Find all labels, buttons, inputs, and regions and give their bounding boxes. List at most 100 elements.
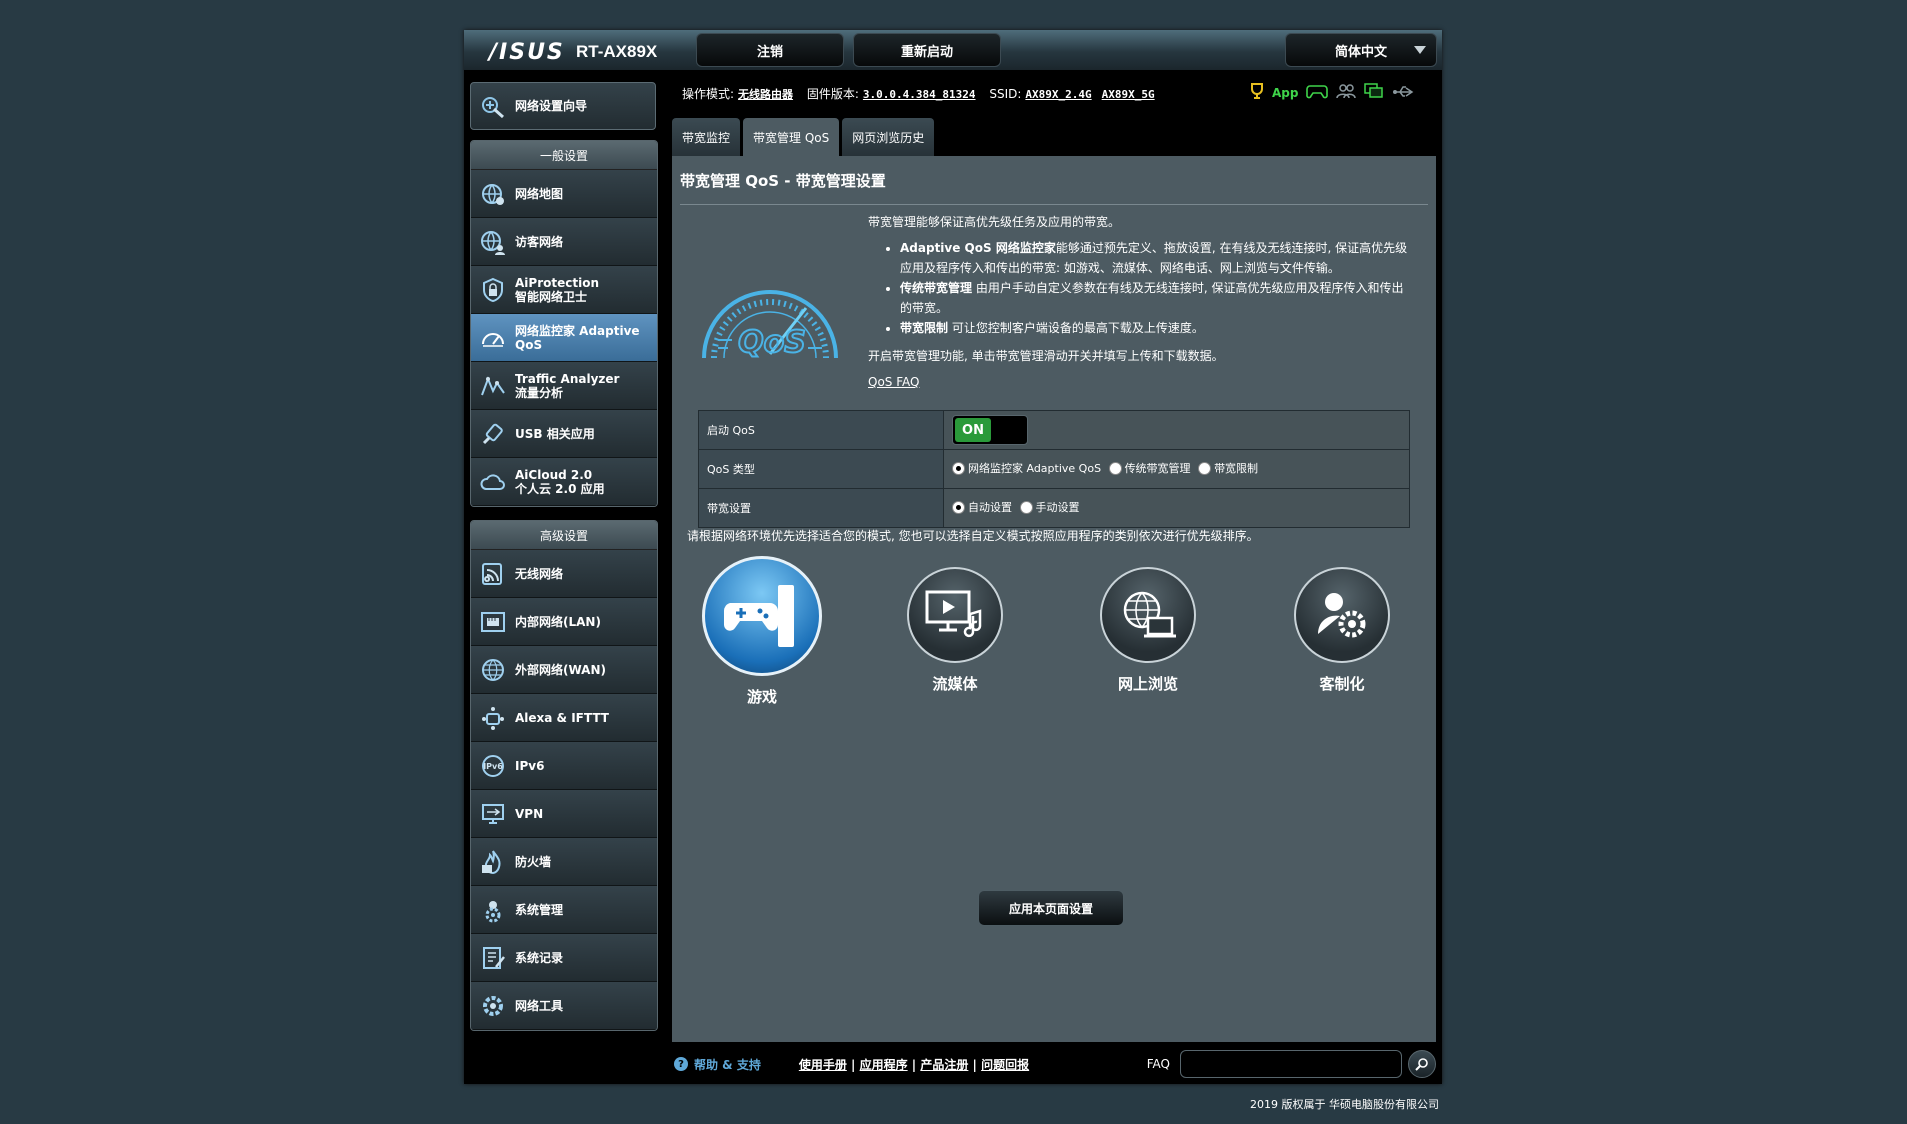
sidebar-item-label: 系统管理 [515, 902, 564, 917]
sidebar-item-adaptive-qos[interactable]: 网络监控家 Adaptive QoS [471, 314, 657, 362]
sidebar-item-label: 防火墙 [515, 854, 552, 869]
qos-settings-panel: 带宽管理 QoS - 带宽管理设置 QoS 带宽管理能够保证高优先级任务及应用的… [672, 156, 1436, 1042]
app-status-link[interactable]: App [1272, 86, 1298, 100]
reboot-button[interactable]: 重新启动 [853, 33, 1001, 67]
trophy-icon[interactable] [1250, 82, 1264, 104]
table-row: 带宽设置 自动设置 手动设置 [698, 488, 1410, 528]
general-settings-group: 一般设置 网络地图 访客网络 AiProtection 智能网络卫士 网络监控家… [470, 140, 658, 507]
sidebar-item-ipv6[interactable]: IPv6 IPv6 [471, 742, 657, 790]
speedometer-icon [479, 324, 507, 352]
sidebar-item-label: IPv6 [515, 758, 545, 773]
tab-bandwidth-monitor[interactable]: 带宽监控 [672, 118, 741, 156]
ssid-label: SSID: [989, 87, 1022, 101]
faq-label: FAQ [1146, 1057, 1170, 1071]
sidebar-quick-setup[interactable]: 网络设置向导 [470, 82, 656, 130]
help-support: ? 帮助 & 支持 [674, 1056, 761, 1073]
table-row: QoS 类型 网络监控家 Adaptive QoS 传统带宽管理 带宽限制 [698, 449, 1410, 489]
sidebar-item-label: 系统记录 [515, 950, 564, 965]
sidebar-item-network-map[interactable]: 网络地图 [471, 170, 657, 218]
sidebar-item-aicloud[interactable]: AiCloud 2.0 个人云 2.0 应用 [471, 458, 657, 506]
mode-customize[interactable]: 客制化 [1272, 556, 1412, 694]
operation-mode-link[interactable]: 无线路由器 [738, 88, 793, 101]
footer-bar: ? 帮助 & 支持 使用手册 | 应用程序 | 产品注册 | 问题回报 FAQ [672, 1050, 1436, 1078]
qos-feature-list: Adaptive QoS 网络监控家能够通过预先定义、拖放设置, 在有线及无线连… [868, 238, 1408, 338]
apply-button[interactable]: 应用本页面设置 [978, 890, 1124, 926]
logout-button[interactable]: 注销 [696, 33, 844, 67]
sidebar-item-usb-apps[interactable]: USB 相关应用 [471, 410, 657, 458]
wifi-icon [479, 560, 507, 588]
sidebar-item-aiprotection[interactable]: AiProtection 智能网络卫士 [471, 266, 657, 314]
sidebar-item-label: 内部网络(LAN) [515, 614, 601, 629]
mode-label: 游戏 [746, 688, 777, 706]
gamepad-icon[interactable] [1306, 83, 1329, 103]
radio-bandwidth-limiter[interactable]: 带宽限制 [1198, 460, 1258, 476]
search-icon [1415, 1058, 1428, 1071]
qos-faq-link[interactable]: QoS FAQ [868, 375, 919, 389]
general-settings-heading: 一般设置 [471, 141, 657, 170]
sidebar-item-label: AiCloud 2.0 个人云 2.0 应用 [515, 467, 605, 496]
sidebar-item-wireless[interactable]: 无线网络 [471, 550, 657, 598]
svg-text:IPv6: IPv6 [483, 762, 503, 771]
page-title: 带宽管理 QoS - 带宽管理设置 [680, 172, 886, 190]
sidebar-item-label: AiProtection 智能网络卫士 [515, 275, 599, 304]
mode-streaming[interactable]: 流媒体 [885, 556, 1025, 694]
ipv6-globe-icon: IPv6 [479, 752, 507, 780]
tab-web-history[interactable]: 网页浏览历史 [842, 118, 935, 156]
sidebar-item-system-log[interactable]: 系统记录 [471, 934, 657, 982]
sidebar-item-guest-network[interactable]: 访客网络 [471, 218, 657, 266]
radio-traditional-qos[interactable]: 传统带宽管理 [1108, 460, 1191, 476]
faq-search-input[interactable] [1180, 1050, 1402, 1078]
help-icon: ? [674, 1057, 688, 1071]
manual-link[interactable]: 使用手册 [799, 1058, 847, 1072]
sidebar-item-traffic-analyzer[interactable]: Traffic Analyzer 流量分析 [471, 362, 657, 410]
copyright-text: 2019 版权属于 华硕电脑股份有限公司 [1250, 1098, 1439, 1111]
enable-hint-text: 开启带宽管理功能, 单击带宽管理滑动开关并填写上传和下载数据。 [868, 349, 1224, 363]
registration-link[interactable]: 产品注册 [920, 1058, 968, 1072]
operation-mode-label: 操作模式: [682, 87, 735, 101]
ssid-5g-link[interactable]: AX89X_5G [1102, 88, 1155, 101]
sidebar-item-lan[interactable]: 内部网络(LAN) [471, 598, 657, 646]
tools-gear-icon [479, 992, 507, 1020]
guest-globe-icon [479, 228, 507, 256]
sidebar-item-firewall[interactable]: 防火墙 [471, 838, 657, 886]
sidebar-item-administration[interactable]: 系统管理 [471, 886, 657, 934]
tab-qos[interactable]: 带宽管理 QoS [743, 118, 840, 156]
toggle-state: ON [955, 418, 991, 442]
firmware-label: 固件版本: [806, 87, 859, 101]
qos-toggle[interactable]: ON [952, 415, 1028, 445]
usb-status-icon[interactable] [1392, 84, 1414, 103]
language-select[interactable]: 简体中文 [1285, 33, 1437, 67]
users-icon[interactable] [1336, 83, 1357, 103]
globe-icon [479, 180, 507, 208]
radio-auto-setting[interactable]: 自动设置 [952, 499, 1012, 515]
model-name: RT-AX89X [576, 42, 658, 61]
radio-adaptive-qos[interactable]: 网络监控家 Adaptive QoS [952, 460, 1101, 476]
enable-qos-label: 启动 QoS [698, 410, 944, 450]
sidebar-item-wan[interactable]: 外部网络(WAN) [471, 646, 657, 694]
sidebar-item-vpn[interactable]: VPN [471, 790, 657, 838]
feedback-link[interactable]: 问题回报 [981, 1058, 1029, 1072]
alexa-icon [479, 704, 507, 732]
sidebar-item-label: VPN [515, 806, 544, 821]
mode-gaming[interactable]: 游戏 [692, 556, 832, 707]
ssid-2g-link[interactable]: AX89X_2.4G [1025, 88, 1091, 101]
gamepad-mode-icon [702, 556, 822, 676]
mode-web-surfing[interactable]: 网上浏览 [1078, 556, 1218, 694]
sidebar-item-alexa-ifttt[interactable]: Alexa & IFTTT [471, 694, 657, 742]
usb-icon [479, 420, 507, 448]
bandwidth-setting-label: 带宽设置 [698, 488, 944, 528]
sidebar-item-label: 无线网络 [515, 566, 564, 581]
traffic-graph-icon [479, 372, 507, 400]
asus-logo: /ISUS [489, 40, 565, 65]
radio-manual-setting[interactable]: 手动设置 [1019, 499, 1080, 515]
sidebar-item-label: 网络地图 [515, 186, 564, 201]
customize-mode-icon [1294, 567, 1390, 663]
sidebar-item-network-tools[interactable]: 网络工具 [471, 982, 657, 1030]
firmware-version-link[interactable]: 3.0.0.4.384_81324 [863, 88, 976, 101]
list-item: Adaptive QoS 网络监控家能够通过预先定义、拖放设置, 在有线及无线连… [900, 238, 1408, 278]
status-info-line: 操作模式: 无线路由器 固件版本: 3.0.0.4.384_81324 SSID: A… [682, 85, 1165, 102]
search-button[interactable] [1408, 1050, 1436, 1078]
utility-link[interactable]: 应用程序 [860, 1058, 908, 1072]
monitors-icon[interactable] [1364, 83, 1384, 103]
mode-label: 客制化 [1319, 675, 1365, 693]
